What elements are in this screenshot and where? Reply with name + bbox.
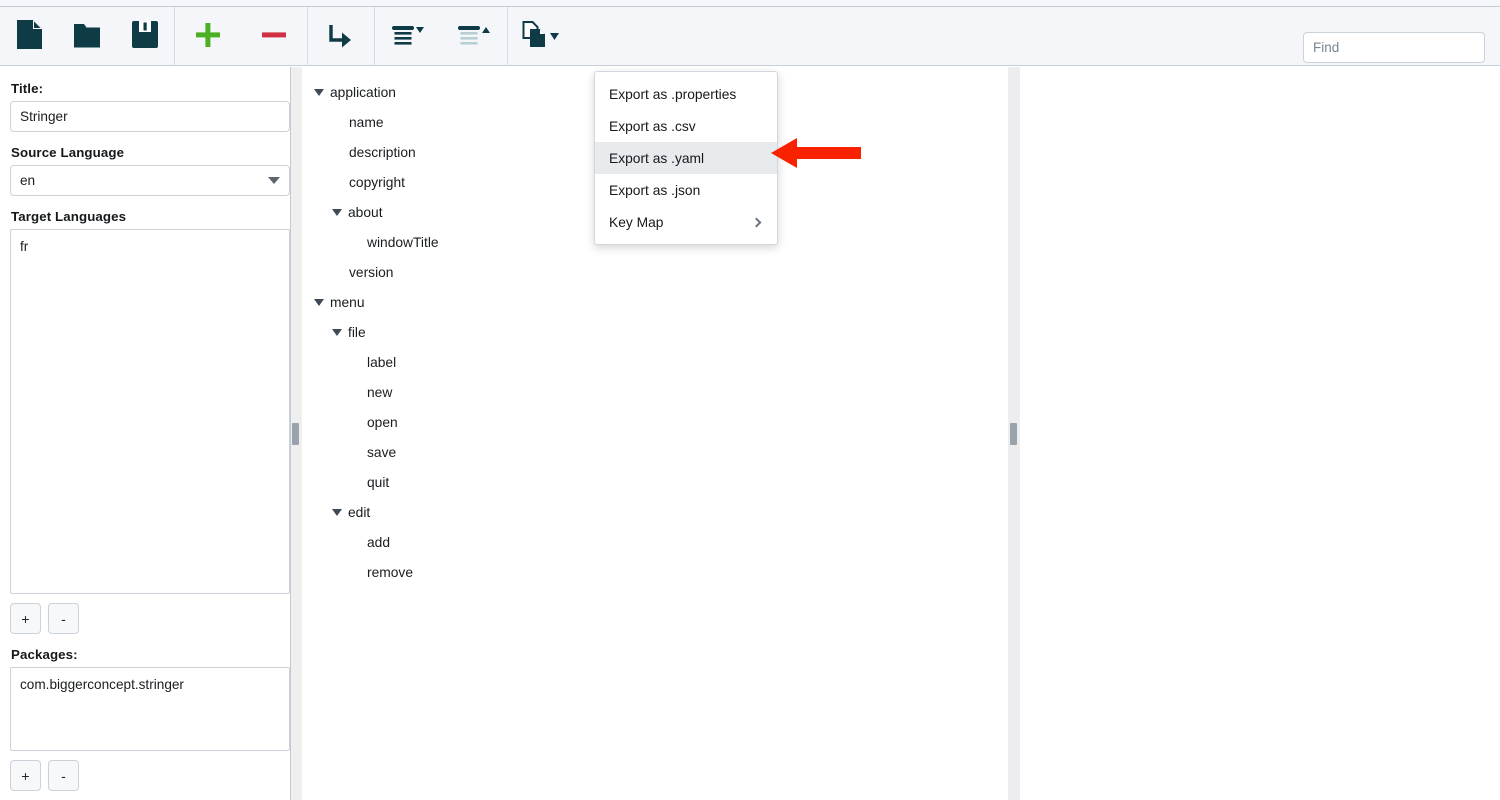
menu-item-export-as-csv[interactable]: Export as .csv: [595, 110, 777, 142]
tree-node-label: name: [349, 114, 384, 130]
tree-node-label: add: [367, 534, 391, 550]
tree-node-label: edit: [348, 504, 371, 520]
packages-buttons: + -: [10, 760, 290, 791]
tree-node-label: file: [348, 324, 366, 340]
splitter-grip[interactable]: [1010, 423, 1017, 445]
tree-disclosure-triangle-icon[interactable]: [332, 508, 342, 516]
tree-node-label: description: [349, 144, 416, 160]
tree-view-button-group: [375, 7, 507, 66]
title-input[interactable]: [10, 101, 290, 132]
find-field-wrapper: [1303, 32, 1485, 63]
add-package-button[interactable]: +: [10, 760, 41, 791]
main-toolbar: [0, 6, 1500, 66]
menu-item-export-as-yaml[interactable]: Export as .yaml: [595, 142, 777, 174]
tree-node[interactable]: save: [302, 437, 1008, 467]
list-item[interactable]: com.biggerconcept.stringer: [11, 677, 289, 696]
project-settings-sidebar: Title: Source Language en Target Languag…: [0, 67, 300, 800]
open-folder-button[interactable]: [58, 7, 116, 66]
source-language-select[interactable]: en: [10, 165, 290, 196]
new-document-icon: [16, 19, 43, 53]
menu-item-export-as-properties[interactable]: Export as .properties: [595, 78, 777, 110]
menu-item-label: Export as .json: [609, 182, 701, 198]
target-languages-buttons: + -: [10, 603, 290, 634]
arrow-turn-right-icon: [327, 21, 355, 52]
search-input[interactable]: [1303, 32, 1485, 63]
menu-item-label: Export as .csv: [609, 118, 696, 134]
sidebar-splitter[interactable]: [290, 67, 302, 800]
translate-button-group: [308, 7, 374, 66]
tree-node[interactable]: new: [302, 377, 1008, 407]
tree-node-label: remove: [367, 564, 414, 580]
splitter-grip[interactable]: [292, 423, 299, 445]
tree-node-label: about: [348, 204, 383, 220]
application-window: Title: Source Language en Target Languag…: [0, 0, 1500, 800]
export-documents-icon: [522, 20, 560, 53]
expand-all-icon: [391, 22, 425, 51]
chevron-right-icon: [751, 217, 762, 227]
title-label: Title:: [11, 81, 44, 96]
tree-node[interactable]: add: [302, 527, 1008, 557]
export-button-group: [508, 7, 574, 66]
open-folder-icon: [73, 20, 101, 53]
tree-node-label: new: [367, 384, 393, 400]
collapse-all-button[interactable]: [441, 7, 507, 66]
remove-package-button[interactable]: -: [48, 760, 79, 791]
add-entry-button[interactable]: [175, 7, 241, 66]
tree-disclosure-triangle-icon[interactable]: [332, 328, 342, 336]
chevron-down-icon: [268, 177, 280, 184]
tree-node-label: copyright: [349, 174, 405, 190]
detail-panel: [1020, 67, 1500, 800]
translate-button[interactable]: [308, 7, 374, 66]
menu-item-label: Key Map: [609, 214, 664, 230]
file-button-group: [0, 7, 174, 66]
save-floppy-icon: [131, 20, 159, 52]
tree-node-label: quit: [367, 474, 390, 490]
export-menu-button[interactable]: [508, 7, 574, 66]
tree-node-label: label: [367, 354, 397, 370]
tree-node[interactable]: remove: [302, 557, 1008, 587]
tree-node-label: menu: [330, 294, 365, 310]
expand-all-button[interactable]: [375, 7, 441, 66]
detail-splitter[interactable]: [1008, 67, 1020, 800]
tree-node-label: open: [367, 414, 398, 430]
tree-disclosure-triangle-icon[interactable]: [314, 298, 324, 306]
collapse-all-icon: [457, 22, 491, 51]
remove-entry-button[interactable]: [241, 7, 307, 66]
save-button[interactable]: [116, 7, 174, 66]
tree-node[interactable]: version: [302, 257, 1008, 287]
tree-node[interactable]: open: [302, 407, 1008, 437]
plus-icon: [194, 21, 222, 52]
tree-node-label: version: [349, 264, 394, 280]
menu-item-label: Export as .properties: [609, 86, 737, 102]
target-languages-label: Target Languages: [11, 209, 127, 224]
list-item[interactable]: fr: [11, 239, 289, 258]
menu-item-export-as-json[interactable]: Export as .json: [595, 174, 777, 206]
tree-node[interactable]: quit: [302, 467, 1008, 497]
packages-list[interactable]: com.biggerconcept.stringer: [10, 667, 290, 751]
tree-node-label: application: [330, 84, 396, 100]
target-languages-list[interactable]: fr: [10, 229, 290, 594]
tree-node-label: windowTitle: [367, 234, 439, 250]
menu-item-key-map[interactable]: Key Map: [595, 206, 777, 238]
tree-node[interactable]: label: [302, 347, 1008, 377]
tree-disclosure-triangle-icon[interactable]: [314, 88, 324, 96]
remove-target-language-button[interactable]: -: [48, 603, 79, 634]
new-file-button[interactable]: [0, 7, 58, 66]
tree-node[interactable]: edit: [302, 497, 1008, 527]
tree-node-label: save: [367, 444, 397, 460]
packages-label: Packages:: [11, 647, 78, 662]
source-language-value: en: [20, 173, 36, 188]
tree-node[interactable]: file: [302, 317, 1008, 347]
minus-icon: [260, 21, 288, 52]
menu-item-label: Export as .yaml: [609, 150, 705, 166]
tree-node[interactable]: menu: [302, 287, 1008, 317]
source-language-label: Source Language: [11, 145, 125, 160]
add-target-language-button[interactable]: +: [10, 603, 41, 634]
edit-button-group: [175, 7, 307, 66]
tree-disclosure-triangle-icon[interactable]: [332, 208, 342, 216]
export-dropdown-menu: Export as .properties Export as .csv Expor…: [594, 71, 778, 245]
